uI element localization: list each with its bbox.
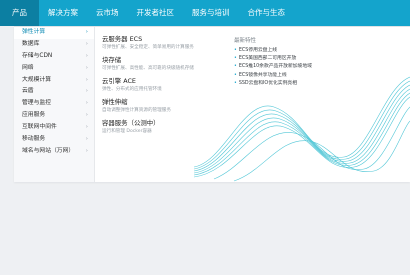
chevron-right-icon: › — [85, 136, 88, 143]
nav-item-developer-community[interactable]: 开发者社区 — [128, 0, 184, 26]
sidebar-item-elastic-compute[interactable]: 弹性计算 › — [14, 27, 94, 39]
product-list: 云服务器 ECS 可弹性扩展、安全稳定、简单易用的计算服务 块存储 可弹性扩展、… — [102, 35, 222, 140]
sidebar-item-label: 弹性计算 — [22, 29, 46, 35]
sidebar-item-mobile-services[interactable]: 移动服务 › — [14, 134, 94, 146]
chevron-right-icon: › — [85, 88, 88, 95]
sidebar-item-label: 大规模计算 — [22, 76, 51, 83]
sidebar-item-large-scale-compute[interactable]: 大规模计算 › — [14, 75, 94, 87]
product-title: 弹性伸缩 — [102, 98, 128, 106]
sidebar-item-label: 应用服务 — [22, 112, 46, 119]
product-block-storage[interactable]: 块存储 可弹性扩展、高性能、高可靠的块级随机存储 — [102, 56, 222, 72]
sidebar-item-label: 存储与CDN — [22, 52, 53, 59]
sidebar-item-label: 云盾 — [22, 88, 34, 95]
product-container-service[interactable]: 容器服务（公测中） 运行和管理 Docker容器 — [102, 119, 222, 135]
nav-item-products[interactable]: 产品 — [0, 0, 39, 26]
bullet-icon: • — [234, 72, 237, 78]
bullet-icon: • — [234, 48, 237, 53]
sidebar-item-network[interactable]: 网络 › — [14, 63, 94, 75]
product-auto-scaling[interactable]: 弹性伸缩 自动调整弹性计算资源的管理服务 — [102, 98, 222, 114]
chevron-right-icon: › — [85, 29, 88, 35]
chevron-right-icon: › — [85, 64, 88, 71]
product-description: 可弹性扩展、安全稳定、简单易用的计算服务 — [102, 45, 194, 50]
feature-link[interactable]: • ECS镜像共享功能上线 — [234, 72, 354, 80]
category-sidebar: 弹性计算 › 数据库 › 存储与CDN › 网络 › 大规模计算 › 云盾 › … — [14, 27, 95, 182]
bullet-icon: • — [234, 56, 237, 62]
feature-link[interactable]: • ECS推10余款产品开放新加坡地域 — [234, 63, 354, 71]
latest-features-heading: 最新特性 — [234, 38, 257, 44]
chevron-right-icon: › — [85, 147, 88, 154]
products-dropdown-panel: 弹性计算 › 数据库 › 存储与CDN › 网络 › 大规模计算 › 云盾 › … — [14, 26, 410, 182]
nav-item-services-training[interactable]: 服务与培训 — [183, 0, 239, 26]
chevron-right-icon: › — [85, 112, 88, 119]
sidebar-item-management-monitoring[interactable]: 管理与监控 › — [14, 98, 94, 110]
product-ecs[interactable]: 云服务器 ECS 可弹性扩展、安全稳定、简单易用的计算服务 — [102, 35, 222, 51]
nav-item-solutions[interactable]: 解决方案 — [39, 0, 87, 26]
feature-link[interactable]: • ECS停用云盘上线 — [234, 47, 354, 55]
chevron-right-icon: › — [85, 76, 88, 83]
feature-link[interactable]: • SSD云盘和IO优化实例亮相 — [234, 80, 354, 88]
chevron-right-icon: › — [85, 52, 88, 59]
bullet-icon: • — [234, 64, 237, 70]
top-nav-bar: 产品 解决方案 云市场 开发者社区 服务与培训 合作与生态 — [0, 0, 410, 26]
sidebar-item-label: 互联网中间件 — [22, 124, 57, 131]
sidebar-item-domain-website[interactable]: 域名与网站（万网） › — [14, 146, 94, 158]
product-description: 自动调整弹性计算资源的管理服务 — [102, 108, 171, 113]
bullet-icon: • — [234, 80, 237, 86]
nav-item-partners-ecosystem[interactable]: 合作与生态 — [239, 0, 295, 26]
sidebar-item-label: 数据库 — [22, 40, 40, 47]
latest-features: 最新特性 • ECS停用云盘上线 • ECS美国西部二可用区开放 • ECS推10余款… — [234, 37, 354, 88]
product-title: 块存储 — [102, 56, 122, 64]
sidebar-item-label: 管理与监控 — [22, 100, 51, 107]
nav-item-marketplace[interactable]: 云市场 — [87, 0, 128, 26]
feature-link[interactable]: • ECS美国西部二可用区开放 — [234, 55, 354, 63]
sidebar-item-label: 域名与网站（万网） — [22, 147, 75, 154]
sidebar-item-database[interactable]: 数据库 › — [14, 39, 94, 51]
sidebar-item-label: 移动服务 — [22, 136, 46, 143]
sidebar-item-storage-cdn[interactable]: 存储与CDN › — [14, 51, 94, 63]
product-description: 弹性、分布式的应用托管环境 — [102, 87, 162, 92]
product-description: 运行和管理 Docker容器 — [102, 129, 152, 134]
sidebar-item-cloud-shield[interactable]: 云盾 › — [14, 86, 94, 98]
sidebar-item-label: 网络 — [22, 64, 34, 71]
product-title: 容器服务（公测中） — [102, 119, 160, 127]
chevron-right-icon: › — [85, 124, 88, 131]
product-title: 云引擎 ACE — [102, 77, 136, 85]
product-description: 可弹性扩展、高性能、高可靠的块级随机存储 — [102, 66, 194, 71]
sidebar-item-application-services[interactable]: 应用服务 › — [14, 110, 94, 122]
sidebar-item-internet-middleware[interactable]: 互联网中间件 › — [14, 122, 94, 134]
chevron-right-icon: › — [85, 100, 88, 107]
product-title: 云服务器 ECS — [102, 35, 143, 43]
chevron-right-icon: › — [85, 40, 88, 47]
product-ace[interactable]: 云引擎 ACE 弹性、分布式的应用托管环境 — [102, 77, 222, 93]
